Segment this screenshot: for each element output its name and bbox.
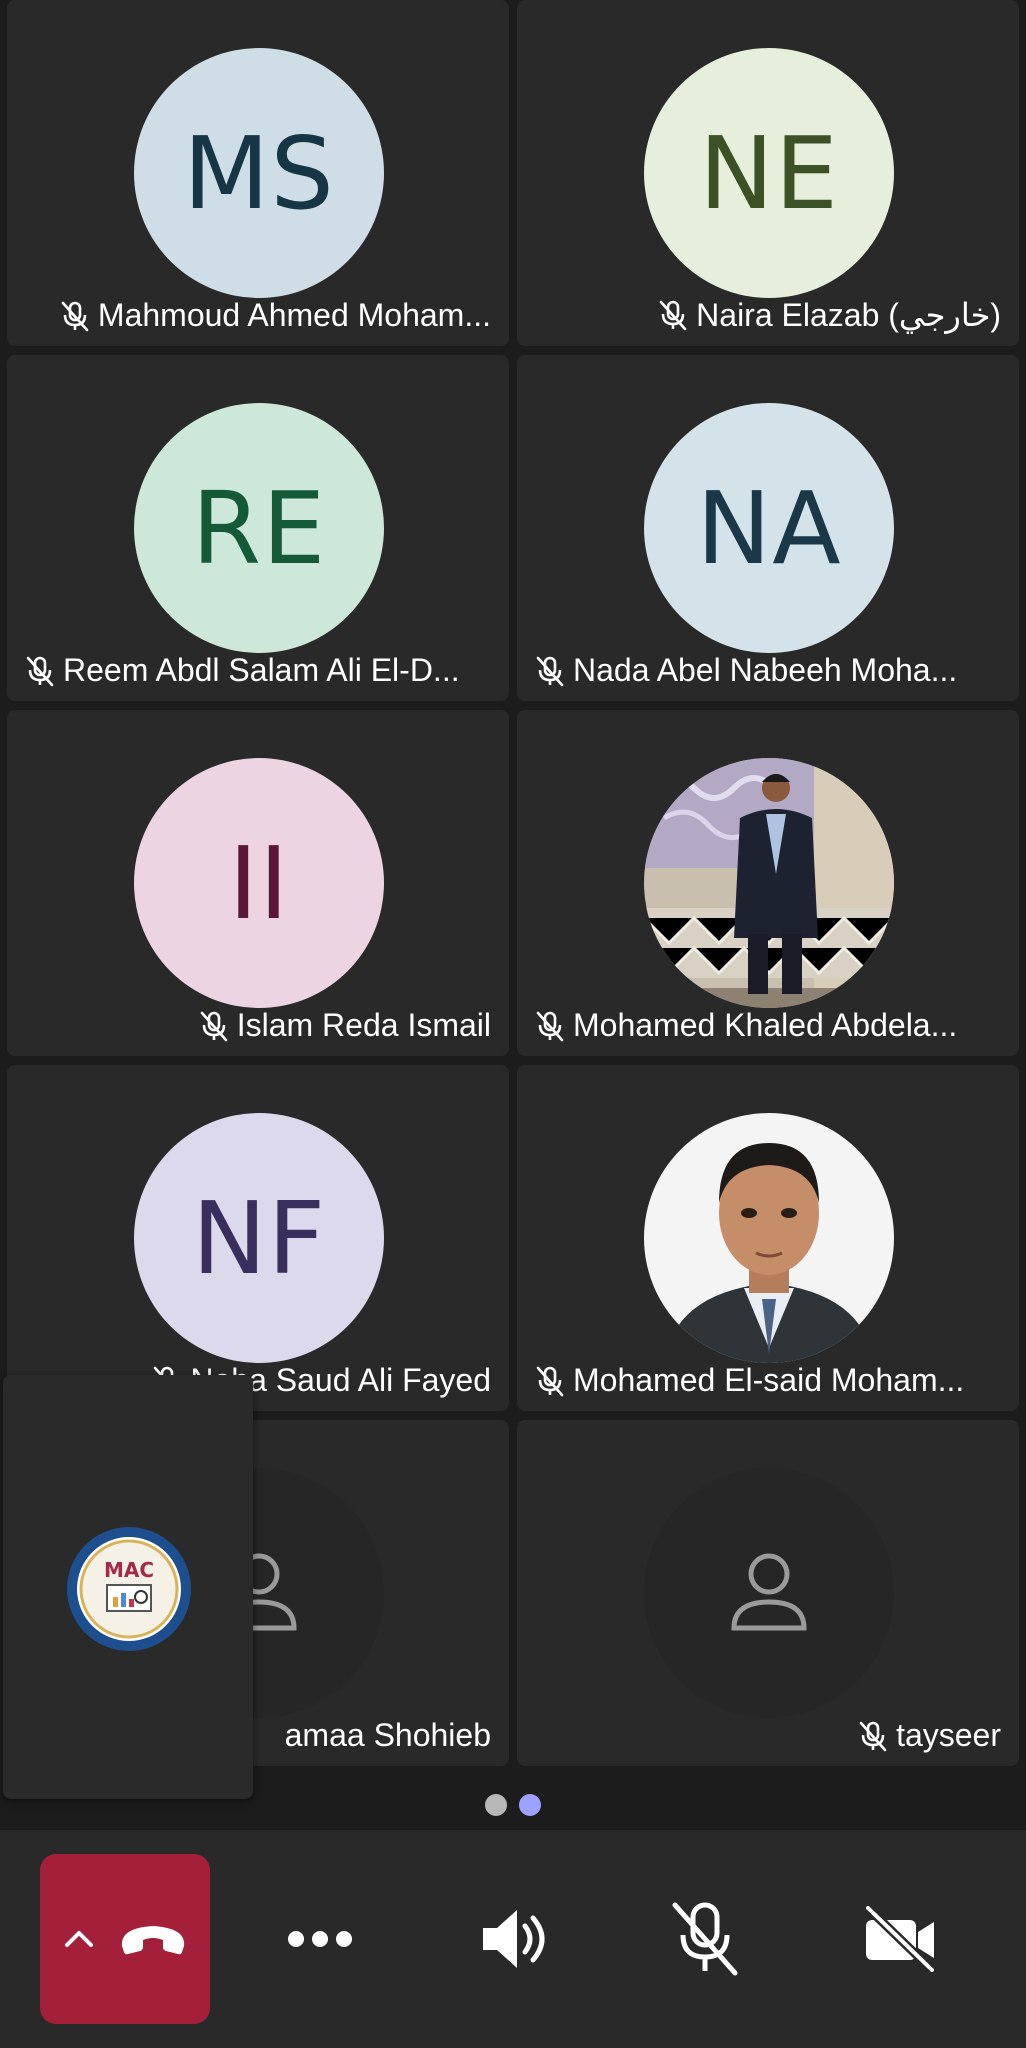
participant-name: Mahmoud Ahmed Moham... <box>97 297 491 333</box>
more-options-button[interactable] <box>265 1894 375 1984</box>
participant-name-row: Mohamed El-said Moham... <box>535 1362 1001 1399</box>
speaker-icon <box>479 1904 551 1974</box>
participant-avatar-placeholder <box>644 1468 894 1718</box>
participant-avatar: II <box>134 758 384 1008</box>
mic-off-icon <box>858 1720 888 1752</box>
participant-name-row: tayseer <box>535 1717 1001 1754</box>
mic-off-icon <box>199 1010 229 1042</box>
participant-avatar: RE <box>134 403 384 653</box>
mic-off-icon <box>60 300 90 332</box>
participant-name-row: Naira Elazab (خارجي) <box>535 296 1001 334</box>
camera-off-icon <box>862 1904 938 1974</box>
participant-tile[interactable]: RE Reem Abdl Salam Ali El-D... <box>7 355 509 701</box>
participant-name-row: Reem Abdl Salam Ali El-D... <box>25 652 491 689</box>
participant-name-row: Nada Abel Nabeeh Moha... <box>535 652 1001 689</box>
mic-off-icon <box>658 299 688 331</box>
camera-button[interactable] <box>845 1884 955 1994</box>
participant-avatar: NA <box>644 403 894 653</box>
participant-name: Naira Elazab (خارجي) <box>696 297 1001 333</box>
mic-off-icon <box>25 655 55 687</box>
chevron-up-icon <box>64 1928 94 1948</box>
participant-avatar: NE <box>644 48 894 298</box>
mic-off-icon <box>669 1901 741 1977</box>
participant-tile[interactable]: Mohamed El-said Moham... <box>517 1065 1019 1411</box>
person-photo-portrait <box>644 1113 894 1363</box>
page-dot[interactable] <box>485 1794 507 1816</box>
participant-name-row: Mohamed Khaled Abdela... <box>535 1007 1001 1044</box>
participant-photo <box>644 758 894 1008</box>
participant-tile[interactable]: Mohamed Khaled Abdela... <box>517 710 1019 1056</box>
speaker-button[interactable] <box>460 1884 570 1994</box>
participant-tile[interactable]: tayseer <box>517 1420 1019 1766</box>
organization-logo: MAC <box>67 1527 191 1651</box>
logo-text: MAC <box>104 1558 154 1582</box>
participant-name: Mohamed El-said Moham... <box>573 1362 965 1398</box>
call-toolbar <box>0 1830 1026 2048</box>
mic-off-icon <box>535 1365 565 1397</box>
participant-photo <box>644 1113 894 1363</box>
more-horizontal-icon <box>287 1930 353 1948</box>
participant-name: tayseer <box>896 1717 1001 1753</box>
participant-name: Islam Reda Ismail <box>236 1007 491 1043</box>
participant-name-row: Islam Reda Ismail <box>25 1007 491 1044</box>
participant-name-row: Mahmoud Ahmed Moham... <box>25 297 491 334</box>
participant-name: amaa Shohieb <box>284 1717 491 1753</box>
hang-up-icon <box>118 1920 188 1956</box>
participant-tile[interactable]: NF Noha Saud Ali Fayed <box>7 1065 509 1411</box>
page-dot-active[interactable] <box>519 1794 541 1816</box>
mute-button[interactable] <box>650 1884 760 1994</box>
page-indicator[interactable] <box>0 1794 1026 1818</box>
participant-name: Nada Abel Nabeeh Moha... <box>573 652 958 688</box>
end-call-button[interactable] <box>40 1854 210 2024</box>
participant-avatar: NF <box>134 1113 384 1363</box>
mic-off-icon <box>535 655 565 687</box>
participant-avatar: MS <box>134 48 384 298</box>
participant-tile[interactable]: II Islam Reda Ismail <box>7 710 509 1056</box>
meeting-stage: MS Mahmoud Ahmed Moham... NE Naira Elaza… <box>0 0 1026 2048</box>
participant-name: Reem Abdl Salam Ali El-D... <box>63 652 460 688</box>
mic-off-icon <box>535 1010 565 1042</box>
participant-tile[interactable]: MS Mahmoud Ahmed Moham... <box>7 0 509 346</box>
person-photo-standing <box>644 758 894 1008</box>
participant-tile[interactable]: NA Nada Abel Nabeeh Moha... <box>517 355 1019 701</box>
self-view-tile[interactable]: MAC <box>3 1375 253 1799</box>
participant-name: Mohamed Khaled Abdela... <box>573 1007 958 1043</box>
participant-tile[interactable]: NE Naira Elazab (خارجي) <box>517 0 1019 346</box>
person-outline-icon <box>731 1553 807 1631</box>
